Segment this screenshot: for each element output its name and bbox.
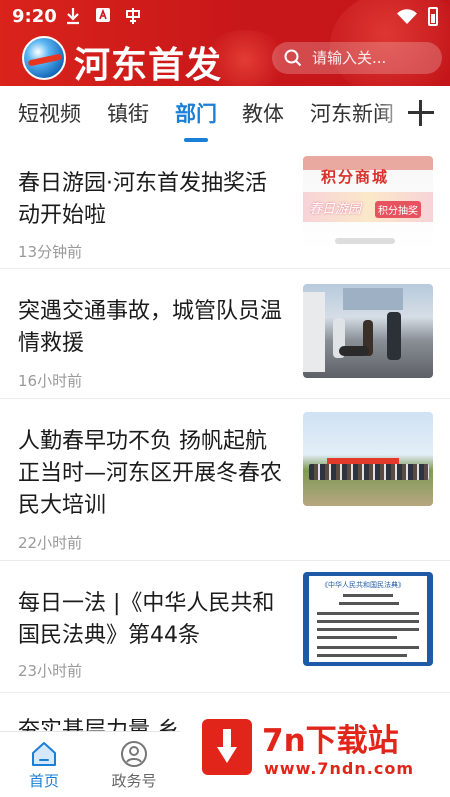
tab-education-sports[interactable]: 教体 bbox=[242, 98, 284, 128]
doc-line bbox=[317, 620, 419, 623]
nav-home-label: 首页 bbox=[28, 772, 59, 790]
watermark-ad: 7n下载站 www.7ndn.com bbox=[180, 697, 450, 797]
thumbnail-badge: 积分抽奖 bbox=[375, 201, 421, 218]
divider bbox=[0, 692, 450, 693]
app-notification-icon bbox=[94, 7, 112, 25]
status-time: 9:20 bbox=[12, 6, 57, 27]
news-time: 23小时前 bbox=[18, 662, 83, 680]
nav-government-label: 政务号 bbox=[111, 772, 157, 790]
search-input[interactable] bbox=[312, 49, 422, 67]
download-icon bbox=[64, 7, 82, 25]
thumbnail-crowd bbox=[309, 464, 429, 480]
news-thumbnail[interactable]: 积分商城 春日游园 积分抽奖 bbox=[303, 156, 433, 250]
thumbnail-caption: 积分商城 bbox=[321, 168, 390, 186]
thumbnail-person bbox=[339, 346, 369, 356]
doc-line bbox=[317, 654, 407, 657]
news-thumbnail[interactable] bbox=[303, 412, 433, 506]
category-tabs: 短视频 镇街 部门 教体 河东新闻 bbox=[0, 86, 450, 140]
doc-line bbox=[317, 646, 419, 649]
tab-short-video[interactable]: 短视频 bbox=[18, 98, 81, 128]
news-item[interactable]: 春日游园·河东首发抽奖活动开始啦 13分钟前 积分商城 春日游园 积分抽奖 bbox=[0, 150, 450, 268]
home-icon bbox=[32, 742, 56, 766]
doc-line bbox=[317, 628, 419, 631]
news-item[interactable]: 突遇交通事故，城管队员温情救援 16小时前 bbox=[0, 278, 450, 398]
tab-towns[interactable]: 镇街 bbox=[107, 98, 149, 128]
thumbnail-building bbox=[343, 288, 403, 310]
doc-line bbox=[343, 594, 393, 597]
news-title[interactable]: 突遇交通事故，城管队员温情救援 bbox=[18, 296, 288, 360]
news-time: 13分钟前 bbox=[18, 243, 83, 261]
news-time: 22小时前 bbox=[18, 534, 83, 552]
app-header: 9:20 河东首发 bbox=[0, 0, 450, 86]
wifi-icon bbox=[396, 8, 418, 29]
app-title: 河东首发 bbox=[74, 44, 223, 86]
divider bbox=[0, 398, 450, 399]
news-time: 16小时前 bbox=[18, 372, 83, 390]
status-bar: 9:20 bbox=[0, 0, 450, 34]
divider bbox=[0, 268, 450, 269]
thumbnail-line bbox=[335, 238, 395, 244]
nav-government-accounts[interactable]: 政务号 bbox=[92, 732, 172, 797]
doc-line bbox=[317, 636, 397, 639]
tab-departments[interactable]: 部门 bbox=[175, 98, 217, 128]
nav-home[interactable]: 首页 bbox=[2, 732, 82, 797]
search-bar[interactable] bbox=[272, 42, 442, 74]
search-icon bbox=[284, 49, 302, 67]
doc-line bbox=[339, 602, 399, 605]
watermark-url: www.7ndn.com bbox=[264, 759, 414, 778]
news-title[interactable]: 人勤春早功不负 扬帆起航正当时—河东区开展冬春农民大培训 bbox=[18, 426, 288, 522]
tabs-fade bbox=[378, 86, 408, 140]
watermark-name: 7n下载站 bbox=[262, 723, 399, 759]
add-channel-icon[interactable] bbox=[408, 100, 434, 126]
news-thumbnail[interactable]: 《中华人民共和国民法典》 bbox=[303, 572, 433, 666]
active-tab-indicator bbox=[184, 138, 208, 142]
notification-icon bbox=[124, 7, 142, 25]
news-item[interactable]: 人勤春早功不负 扬帆起航正当时—河东区开展冬春农民大培训 22小时前 bbox=[0, 408, 450, 560]
thumbnail-person bbox=[387, 312, 401, 360]
battery-icon bbox=[428, 7, 438, 26]
news-title[interactable]: 春日游园·河东首发抽奖活动开始啦 bbox=[18, 168, 288, 232]
thumbnail-caption: 《中华人民共和国民法典》 bbox=[321, 581, 405, 589]
news-title[interactable]: 每日一法 |《中华人民共和国民法典》第44条 bbox=[18, 588, 288, 652]
thumbnail-subcaption: 春日游园 bbox=[309, 202, 362, 217]
thumbnail-vehicle bbox=[303, 292, 325, 372]
download-arrow-icon bbox=[217, 729, 237, 763]
app-logo bbox=[22, 36, 66, 80]
news-item[interactable]: 每日一法 |《中华人民共和国民法典》第44条 23小时前 《中华人民共和国民法典… bbox=[0, 570, 450, 692]
divider bbox=[0, 560, 450, 561]
doc-line bbox=[317, 612, 419, 615]
user-circle-icon bbox=[121, 741, 147, 767]
news-thumbnail[interactable] bbox=[303, 284, 433, 378]
thumbnail-document: 《中华人民共和国民法典》 bbox=[309, 576, 427, 662]
